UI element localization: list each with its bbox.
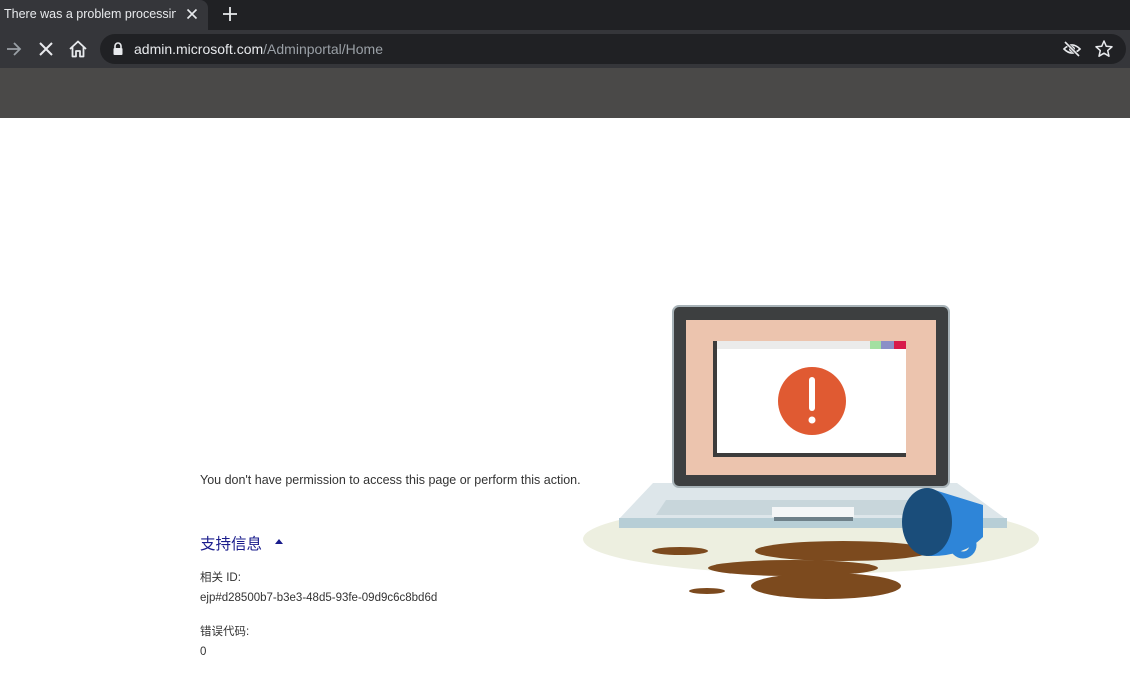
address-bar[interactable]: admin.microsoft.com/Adminportal/Home — [100, 34, 1126, 64]
portal-header-banner — [0, 68, 1130, 118]
url-host: admin.microsoft.com — [134, 41, 264, 57]
plus-icon[interactable] — [220, 4, 240, 24]
star-icon[interactable] — [1094, 39, 1114, 59]
browser-toolbar: admin.microsoft.com/Adminportal/Home — [0, 30, 1130, 68]
tab-strip: There was a problem processing — [0, 0, 1130, 30]
correlation-id-value: ejp#d28500b7-b3e3-48d5-93fe-09d9c6c8bd6d — [200, 592, 438, 604]
close-icon[interactable] — [183, 5, 201, 23]
forward-icon[interactable] — [3, 38, 25, 60]
active-tab[interactable]: There was a problem processing — [0, 0, 208, 30]
error-message: You don't have permission to access this… — [200, 473, 581, 487]
url-text[interactable]: admin.microsoft.com/Adminportal/Home — [134, 41, 383, 57]
lock-icon[interactable] — [112, 42, 124, 56]
correlation-id-label: 相关 ID: — [200, 572, 241, 584]
tab-title: There was a problem processing — [4, 7, 176, 21]
error-illustration — [583, 305, 1039, 599]
error-code-label: 错误代码: — [200, 626, 250, 638]
eye-off-icon[interactable] — [1062, 40, 1082, 58]
error-code-value: 0 — [200, 646, 207, 658]
stop-icon[interactable] — [35, 38, 57, 60]
url-path: /Adminportal/Home — [263, 41, 383, 57]
home-icon[interactable] — [67, 38, 89, 60]
support-info-toggle[interactable]: 支持信息 — [200, 532, 262, 554]
caret-up-icon[interactable] — [274, 538, 284, 544]
